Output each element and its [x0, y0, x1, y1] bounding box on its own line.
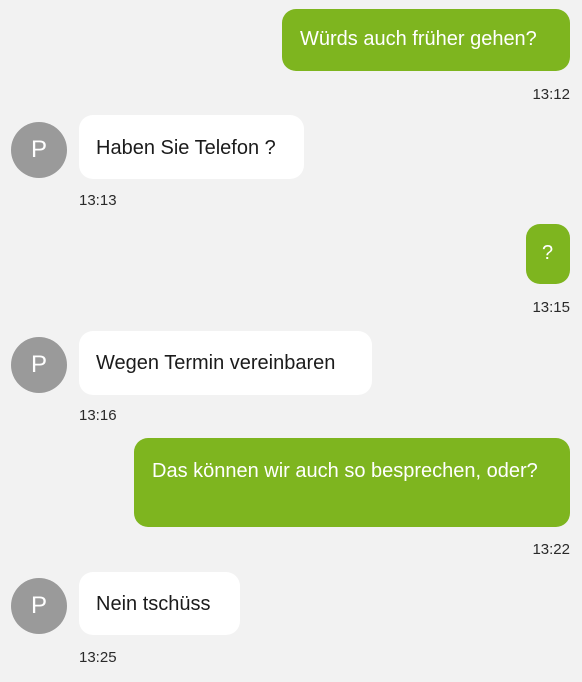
outgoing-message-bubble[interactable]: Würds auch früher gehen?	[282, 9, 570, 71]
message-text: Nein tschüss	[96, 593, 211, 615]
message-text: Haben Sie Telefon ?	[96, 137, 276, 159]
message-timestamp: 13:16	[79, 407, 117, 424]
message-timestamp: 13:13	[79, 192, 117, 209]
avatar-initial: P	[30, 351, 47, 378]
avatar-initial: P	[30, 592, 47, 619]
message-timestamp: 13:15	[532, 299, 570, 316]
incoming-message-bubble[interactable]: Wegen Termin vereinbaren	[79, 331, 372, 395]
incoming-message-bubble[interactable]: Haben Sie Telefon ?	[79, 115, 304, 179]
message-text: ?	[542, 242, 554, 264]
chat-thread[interactable]: Würds auch früher gehen? 13:12 P Haben S…	[0, 0, 582, 682]
contact-avatar[interactable]: P	[11, 578, 67, 634]
message-timestamp: 13:25	[79, 649, 117, 666]
contact-avatar[interactable]: P	[11, 122, 67, 178]
message-text: Das können wir auch so besprechen, oder?	[152, 460, 538, 482]
avatar-initial: P	[30, 136, 47, 163]
contact-avatar[interactable]: P	[11, 337, 67, 393]
outgoing-message-bubble[interactable]: ?	[526, 224, 570, 284]
message-timestamp: 13:12	[532, 86, 570, 103]
message-timestamp: 13:22	[532, 541, 570, 558]
incoming-message-bubble[interactable]: Nein tschüss	[79, 572, 240, 635]
outgoing-message-bubble[interactable]: Das können wir auch so besprechen, oder?	[134, 438, 570, 527]
message-text: Wegen Termin vereinbaren	[96, 352, 336, 374]
message-text: Würds auch früher gehen?	[300, 28, 537, 50]
